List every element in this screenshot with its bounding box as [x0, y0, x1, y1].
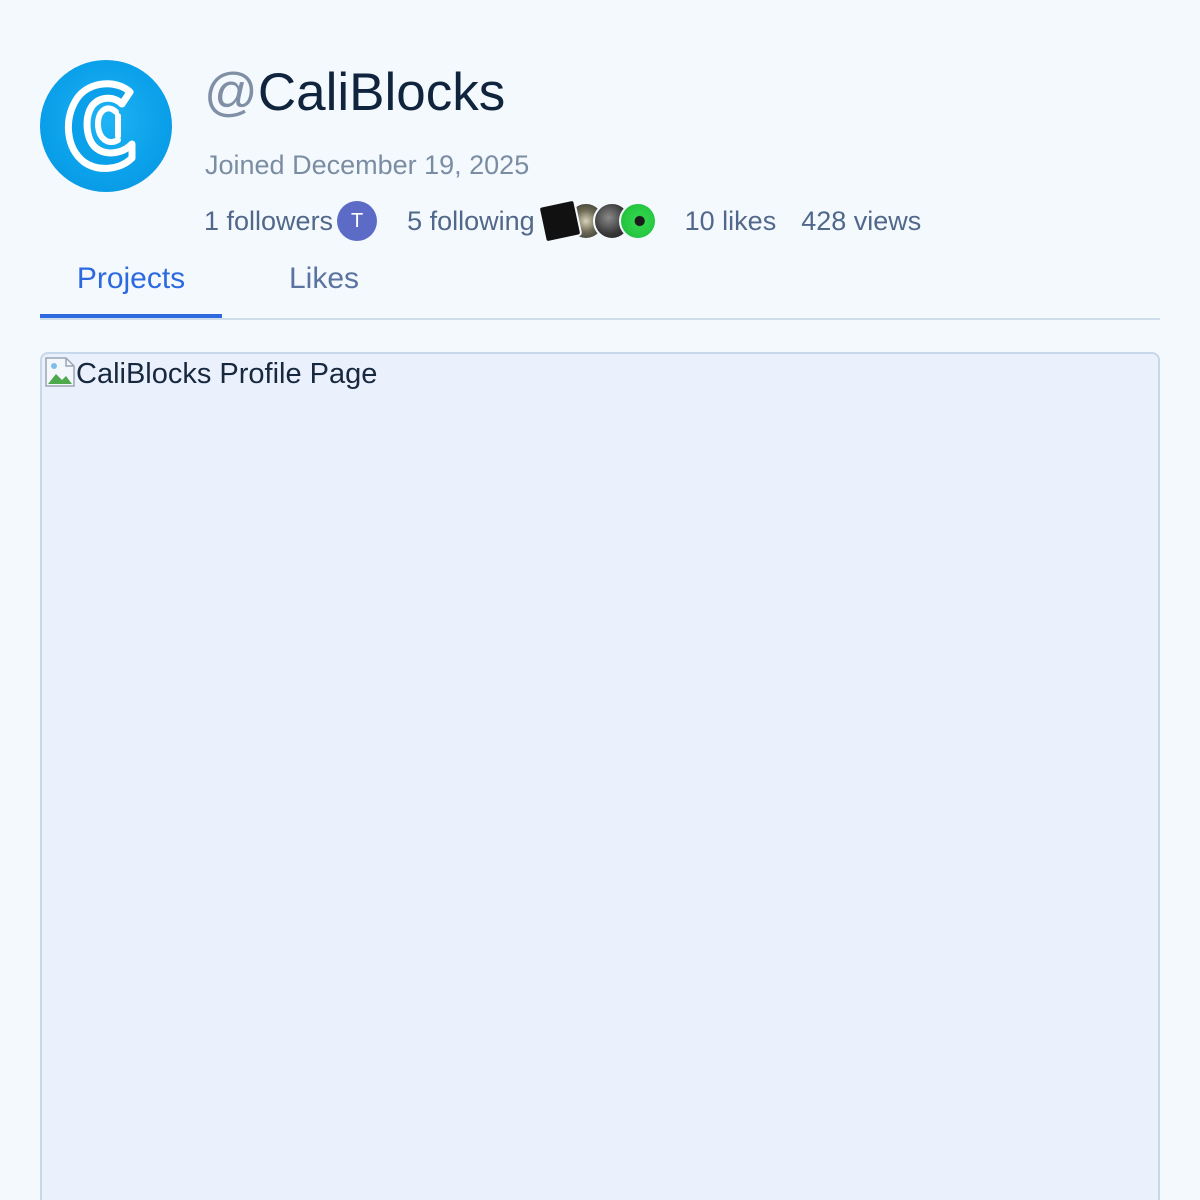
following-avatar[interactable] — [618, 202, 657, 240]
handle-name: CaliBlocks — [257, 63, 506, 122]
following-avatar[interactable] — [537, 198, 583, 244]
profile-handle: @CaliBlocks — [204, 58, 505, 128]
profile-page: @CaliBlocks Joined December 19, 2025 1 f… — [0, 0, 1200, 1200]
tab-likes[interactable]: Likes — [266, 248, 382, 318]
views-count: 428 views — [801, 205, 922, 236]
project-embed-frame[interactable]: CaliBlocks Profile Page — [40, 352, 1160, 1200]
follower-avatar[interactable]: T — [337, 201, 378, 241]
tab-projects[interactable]: Projects — [40, 248, 222, 318]
following-link[interactable]: 5 following — [407, 198, 657, 244]
handle-at-sign: @ — [204, 63, 258, 122]
likes-count: 10 likes — [684, 205, 777, 236]
profile-tabs: Projects Likes — [40, 248, 1160, 320]
profile-stats: 1 followers T 5 following 10 likes 428 v… — [204, 198, 922, 244]
following-avatars — [537, 198, 657, 244]
profile-avatar[interactable] — [40, 60, 172, 192]
following-count: 5 following — [407, 205, 535, 236]
followers-link[interactable]: 1 followers T — [204, 201, 378, 241]
broken-image-icon — [44, 356, 76, 388]
broken-image: CaliBlocks Profile Page — [44, 356, 377, 392]
joined-date: Joined December 19, 2025 — [205, 150, 530, 180]
calico-c-logo-icon — [64, 80, 136, 172]
followers-count: 1 followers — [204, 205, 334, 236]
image-alt-text: CaliBlocks Profile Page — [76, 358, 378, 390]
